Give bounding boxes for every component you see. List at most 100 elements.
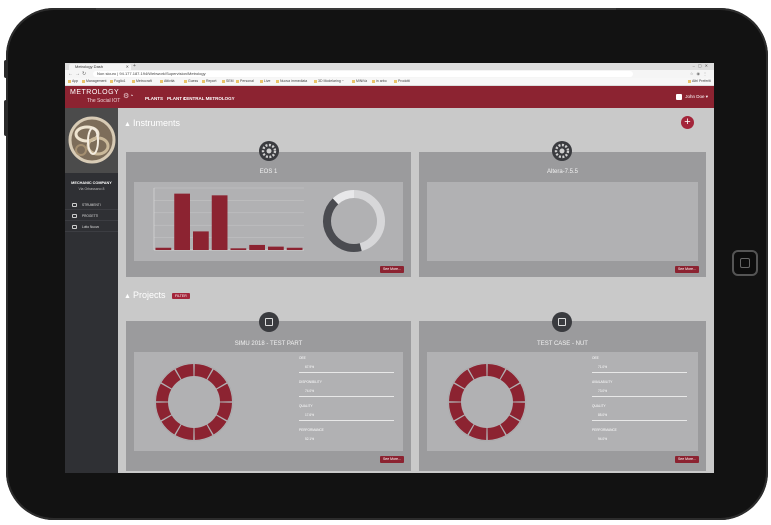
bookmark-item[interactable]: Nuova immediata: [276, 79, 307, 83]
instruments-title-text: Instruments: [132, 118, 180, 128]
ring-segment: [509, 402, 525, 421]
brand-title[interactable]: METROLOGY: [70, 89, 119, 96]
ring-segment: [194, 364, 213, 380]
projects-title-text: Projects: [132, 290, 166, 300]
home-button[interactable]: [732, 250, 758, 276]
bookmark-other[interactable]: Altri Preferiti: [688, 79, 711, 83]
bookmark-item[interactable]: Personal: [236, 79, 254, 83]
url-field[interactable]: Non sicuro | 94.177.187.194/Webwork/Supe…: [93, 71, 633, 77]
metric-label: DISPONIBILITY: [299, 380, 322, 384]
user-menu[interactable]: John Doe ▾: [676, 94, 708, 100]
bookmark-item[interactable]: MiNiVa: [352, 79, 367, 83]
metric-value: 74.0%: [305, 389, 315, 393]
browser-tab-bar: Metrology Dash ✕ + –▢✕: [65, 63, 714, 70]
metric-value: 71.0%: [598, 365, 608, 369]
instruments-section-title[interactable]: ▲ Instruments: [124, 118, 180, 128]
bar: [155, 247, 172, 250]
window-controls[interactable]: –▢✕: [693, 63, 711, 68]
ring-segment: [216, 402, 232, 421]
metric-divider: [592, 420, 687, 421]
bookmark-item[interactable]: SEM: [222, 79, 234, 83]
ring-segment: [500, 369, 520, 389]
bar-chart: [153, 187, 304, 251]
project-panel: OEE 71.0% AVAILABILITY 73.0% QUALITY 85.0% PER…: [427, 352, 698, 451]
add-instrument-button[interactable]: +: [681, 116, 694, 129]
project-title: TEST CASE - NUT: [537, 341, 588, 347]
metric-label: PERFORMANCE: [592, 428, 617, 432]
bookmark-item[interactable]: Foglio1: [110, 79, 125, 83]
tablet-volume-button: [4, 100, 8, 136]
bookmark-item[interactable]: App: [68, 79, 78, 83]
app-header: METROLOGY The Social IOT ⚙◔ PLANTS PLANT…: [65, 86, 714, 108]
project-panel: OEE 67.9% DISPONIBILITY 74.0% QUALITY 17.6% PE…: [134, 352, 403, 451]
main-content: ▲ Instruments + EOS 1 See More... Altera-…: [118, 108, 714, 473]
metric-divider: [299, 396, 394, 397]
project-title: SIMU 2018 - TEST PART: [234, 341, 303, 347]
ring-outline: [154, 362, 234, 442]
metric-value: 52.1%: [305, 437, 315, 441]
tablet-side-button: [4, 60, 8, 78]
project-icon: [552, 312, 572, 332]
projects-section-title[interactable]: ▲ Projects FILTER: [124, 290, 190, 300]
user-name: John Doe ▾: [685, 94, 708, 100]
ring-segment: [509, 383, 525, 402]
bar: [249, 244, 265, 250]
bookmark-item[interactable]: in arbo: [372, 79, 387, 83]
see-more-button[interactable]: See More...: [675, 456, 699, 463]
browser-nav-icons[interactable]: ←→↻: [68, 71, 88, 77]
metric-value: 85.0%: [598, 413, 608, 417]
project-metrics: OEE 67.9% DISPONIBILITY 74.0% QUALITY 17.6% PE…: [299, 352, 399, 451]
project-icon: [72, 214, 77, 218]
metric-label: PERFORMANCE: [299, 428, 324, 432]
bar: [286, 247, 303, 250]
ring-segment: [156, 402, 172, 421]
see-more-button[interactable]: See More...: [380, 456, 404, 463]
metric-divider: [299, 420, 394, 421]
gear-icon: [259, 141, 279, 161]
extension-icons[interactable]: ☆◉⋮: [690, 71, 710, 76]
nav-central-metrology[interactable]: CENTRAL METROLOGY: [183, 96, 235, 101]
metric-label: QUALITY: [299, 404, 313, 408]
bookmark-item[interactable]: Metrocraft: [132, 79, 152, 83]
ring-segment: [156, 383, 172, 402]
sidebar-item-new-batch[interactable]: Lotto Nuovo: [65, 222, 118, 232]
sidebar-item-projects[interactable]: PROGETTI: [65, 211, 118, 221]
collapse-caret-icon[interactable]: ▲: [124, 121, 131, 128]
ring-segment: [454, 415, 474, 435]
project-card-nut: TEST CASE - NUT OEE 71.0% AVAILABILITY 73.0…: [419, 321, 706, 471]
new-tab-icon[interactable]: +: [133, 63, 136, 69]
donut-slice: [323, 198, 362, 252]
collapse-caret-icon[interactable]: ▲: [124, 293, 131, 300]
metric-label: QUALITY: [592, 404, 606, 408]
metric-value: 94.0%: [598, 437, 608, 441]
company-photo: [65, 108, 118, 173]
metric-label: AVAILABILITY: [592, 380, 613, 384]
donut-chart: [323, 190, 385, 252]
bookmarks-bar: App Management Foglio1 Metrocraft Attività Gu…: [65, 78, 714, 86]
sidebar-item-label: PROGETTI: [82, 214, 99, 218]
bookmark-item[interactable]: Prodotti: [394, 79, 410, 83]
sidebar-item-label: Lotto Nuovo: [82, 225, 100, 229]
ring-segment: [175, 424, 194, 440]
filter-button[interactable]: FILTER: [171, 292, 190, 299]
bookmark-item[interactable]: Live: [260, 79, 270, 83]
bookmark-item[interactable]: Attività: [160, 79, 175, 83]
see-more-button[interactable]: See More...: [380, 266, 404, 273]
sidebar-item-instruments[interactable]: STRUMENTI: [65, 200, 118, 210]
ring-segment: [175, 364, 194, 380]
bookmark-item[interactable]: Guess: [184, 79, 198, 83]
ring-segment: [468, 364, 487, 380]
bar: [230, 248, 247, 250]
metric-label: OEE: [299, 356, 306, 360]
project-ring-chart: [154, 362, 234, 442]
ring-outline: [447, 362, 527, 442]
avatar: [676, 94, 683, 100]
nav-plants[interactable]: PLANTS: [145, 96, 163, 101]
bookmark-item[interactable]: Report: [202, 79, 217, 83]
bookmark-item[interactable]: Management: [82, 79, 106, 83]
bookmark-item[interactable]: 3D Modelaring ~: [314, 79, 344, 83]
sidebar-item-label: STRUMENTI: [82, 203, 101, 207]
donut-slice: [332, 190, 355, 205]
ring-segment: [161, 415, 181, 435]
see-more-button[interactable]: See More...: [675, 266, 699, 273]
